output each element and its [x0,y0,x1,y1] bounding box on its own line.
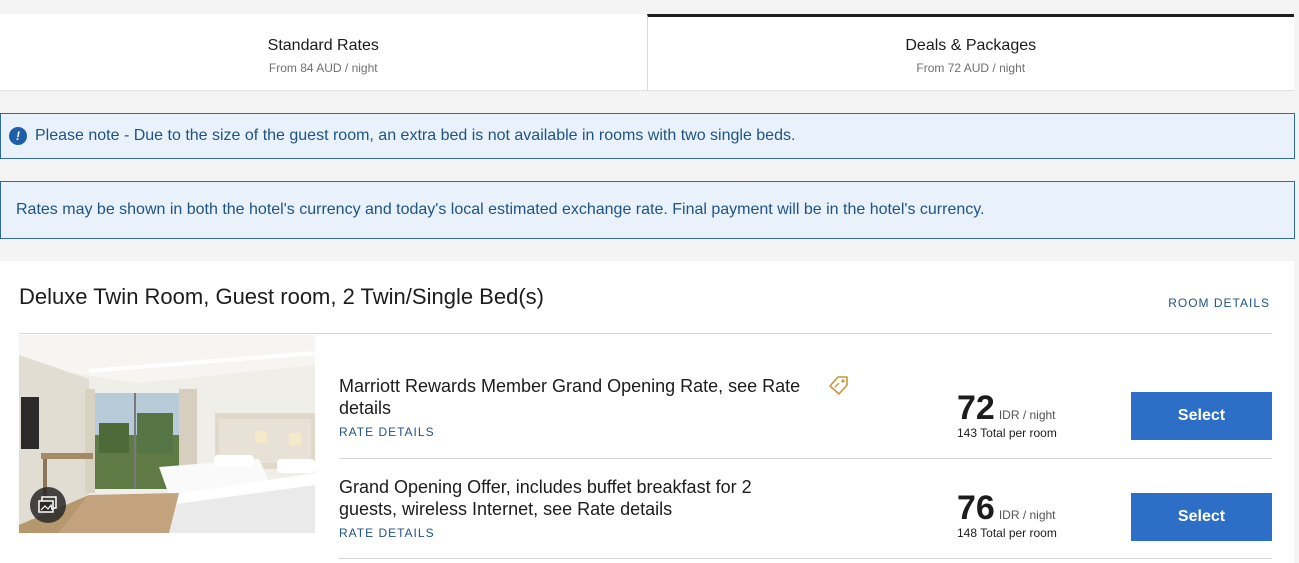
price-block: 72 IDR / night 143 Total per room [957,391,1057,440]
notice-text: Rates may be shown in both the hotel's c… [16,201,985,218]
currency-notice: Rates may be shown in both the hotel's c… [0,181,1295,239]
price-total: 148 Total per room [957,526,1057,540]
rate-name: Marriott Rewards Member Grand Opening Ra… [339,376,801,418]
tab-subtitle: From 72 AUD / night [916,61,1026,75]
rate-row: Grand Opening Offer, includes buffet bre… [339,459,1272,559]
select-button[interactable]: Select [1131,392,1272,440]
tab-standard-rates[interactable]: Standard Rates From 84 AUD / night [0,14,647,91]
price-block: 76 IDR / night 148 Total per room [957,491,1057,540]
notice-text: Please note - Due to the size of the gue… [35,127,796,144]
info-icon: ! [9,127,27,145]
tab-title: Deals & Packages [905,37,1037,54]
extra-bed-notice: ! Please note - Due to the size of the g… [0,113,1295,159]
tab-subtitle: From 84 AUD / night [268,61,378,75]
rate-name: Grand Opening Offer, includes buffet bre… [339,477,752,519]
price-amount: 72 [957,389,995,427]
rate-tabs: Standard Rates From 84 AUD / night Deals… [0,14,1294,91]
room-photo[interactable] [19,335,315,533]
select-button[interactable]: Select [1131,493,1272,541]
room-card: Deluxe Twin Room, Guest room, 2 Twin/Sin… [0,261,1294,563]
price-unit: IDR / night [998,508,1056,522]
price-unit: IDR / night [998,408,1056,422]
room-title: Deluxe Twin Room, Guest room, 2 Twin/Sin… [19,284,544,309]
gallery-icon[interactable] [30,487,66,523]
tab-title: Standard Rates [267,37,379,54]
rate-details-link[interactable]: RATE DETAILS [339,526,435,540]
rate-details-link[interactable]: RATE DETAILS [339,425,435,439]
price-amount: 76 [957,489,995,527]
tab-deals-packages[interactable]: Deals & Packages From 72 AUD / night [646,14,1294,91]
price-total: 143 Total per room [957,426,1057,440]
rate-row: Marriott Rewards Member Grand Opening Ra… [339,359,1272,459]
room-details-link[interactable]: ROOM DETAILS [1168,296,1270,310]
tag-icon [827,375,849,400]
divider [19,333,1272,334]
